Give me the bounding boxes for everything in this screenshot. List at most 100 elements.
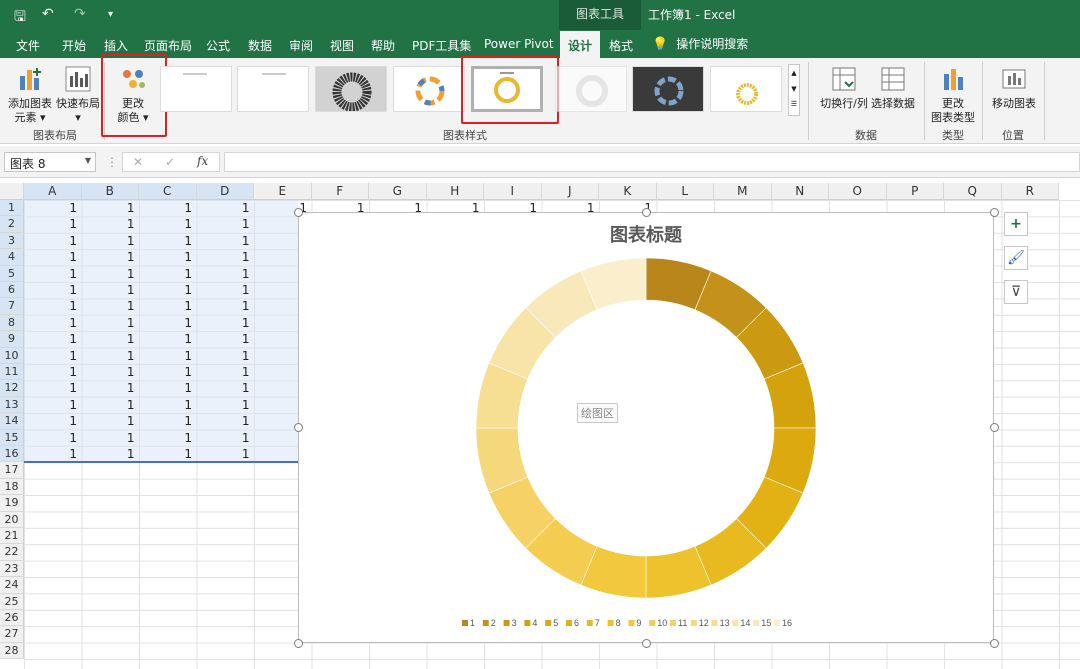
resize-handle[interactable] (641, 638, 651, 648)
cell[interactable]: 1 (197, 430, 250, 446)
cell[interactable]: 1 (24, 282, 77, 298)
redo-icon[interactable]: ↷ (74, 6, 86, 22)
column-header[interactable]: I (484, 183, 542, 200)
column-header[interactable]: K (599, 183, 657, 200)
cell[interactable]: 1 (139, 348, 192, 364)
tell-me-search[interactable]: 💡 操作说明搜索 (652, 35, 748, 52)
customize-qat-icon[interactable]: ▾ (108, 9, 113, 20)
row-header[interactable]: 8 (0, 314, 24, 332)
row-header[interactable]: 24 (0, 577, 24, 594)
cell[interactable]: 1 (24, 315, 77, 331)
tab-file[interactable]: 文件 (16, 37, 40, 54)
name-box[interactable]: 图表 8 ▼ (4, 152, 96, 172)
quick-layout-button[interactable]: 快速布局 ▾ (54, 64, 102, 125)
cell[interactable]: 1 (197, 364, 250, 380)
cell[interactable]: 1 (197, 282, 250, 298)
cell[interactable]: 1 (24, 397, 77, 413)
cell[interactable]: 1 (139, 233, 192, 249)
cell[interactable]: 1 (139, 364, 192, 380)
chart-style-4[interactable] (393, 66, 465, 112)
cell[interactable]: 1 (139, 200, 192, 216)
cell[interactable]: 1 (139, 282, 192, 298)
row-header[interactable]: 7 (0, 298, 24, 315)
column-header[interactable]: G (369, 183, 427, 200)
row-header[interactable]: 25 (0, 593, 24, 610)
row-header[interactable]: 12 (0, 380, 24, 397)
cell[interactable]: 1 (24, 298, 77, 314)
cell[interactable]: 1 (139, 331, 192, 347)
column-header[interactable]: F (311, 183, 369, 200)
cell[interactable]: 1 (197, 216, 250, 232)
cell[interactable]: 1 (197, 266, 250, 282)
tab-page-layout[interactable]: 页面布局 (144, 37, 192, 54)
row-header[interactable]: 20 (0, 511, 24, 528)
row-header[interactable]: 17 (0, 462, 24, 479)
resize-handle[interactable] (293, 207, 303, 217)
cell[interactable]: 1 (24, 249, 77, 265)
chart-style-7[interactable] (632, 66, 704, 112)
chart-styles-brush-icon[interactable]: 🖌 (1004, 246, 1028, 270)
column-header[interactable]: D (196, 183, 254, 200)
chart-style-3[interactable] (315, 66, 387, 112)
column-header[interactable]: C (139, 183, 197, 200)
column-header[interactable]: N (771, 183, 829, 200)
row-header[interactable]: 18 (0, 478, 24, 496)
resize-handle[interactable] (989, 423, 999, 432)
column-header[interactable]: B (81, 183, 139, 200)
cell[interactable]: 1 (82, 430, 135, 446)
cell[interactable]: 1 (197, 200, 250, 216)
tab-view[interactable]: 视图 (330, 37, 354, 54)
row-header[interactable]: 1 (0, 200, 24, 217)
chart-style-2[interactable] (237, 66, 309, 112)
cell[interactable]: 1 (24, 331, 77, 347)
cell[interactable]: 1 (24, 200, 77, 216)
cell[interactable]: 1 (82, 348, 135, 364)
column-header[interactable]: R (1001, 183, 1059, 200)
cell[interactable]: 1 (82, 200, 135, 216)
cell[interactable]: 1 (82, 364, 135, 380)
chart-object[interactable]: 图表标题 1 2 3 4 5 6 7 8 9 10 11 12 13 14 15 16 绘图区 (298, 212, 994, 643)
tab-home[interactable]: 开始 (62, 37, 86, 54)
cancel-icon[interactable]: ✕ (133, 155, 143, 169)
cell[interactable]: 1 (24, 266, 77, 282)
cell[interactable]: 1 (139, 298, 192, 314)
cell[interactable]: 1 (139, 430, 192, 446)
cell[interactable]: 1 (24, 446, 77, 462)
cell[interactable]: 1 (139, 380, 192, 396)
cell[interactable]: 1 (82, 298, 135, 314)
row-header[interactable]: 10 (0, 347, 24, 364)
cell[interactable]: 1 (24, 216, 77, 232)
tab-insert[interactable]: 插入 (104, 37, 128, 54)
cell[interactable]: 1 (24, 233, 77, 249)
cell[interactable]: 1 (197, 413, 250, 429)
cell[interactable]: 1 (24, 364, 77, 380)
save-icon[interactable]: 🖫 (14, 6, 26, 30)
column-header[interactable]: H (426, 183, 484, 200)
row-header[interactable]: 28 (0, 642, 24, 660)
insert-function-icon[interactable]: fx (197, 154, 208, 168)
scroll-down-icon[interactable]: ▼ (789, 81, 799, 97)
column-header[interactable]: P (886, 183, 944, 200)
column-header[interactable]: Q (944, 183, 1002, 200)
cell[interactable]: 1 (139, 266, 192, 282)
cell[interactable]: 1 (139, 249, 192, 265)
row-header[interactable]: 4 (0, 249, 24, 266)
tab-pdf-tools[interactable]: PDF工具集 (412, 37, 471, 54)
add-chart-element-button[interactable]: 添加图表 元素 ▾ (6, 64, 54, 125)
cell[interactable]: 1 (82, 413, 135, 429)
cell[interactable]: 1 (197, 397, 250, 413)
cell[interactable]: 1 (24, 380, 77, 396)
cell[interactable]: 1 (82, 380, 135, 396)
row-header[interactable]: 15 (0, 429, 24, 446)
select-data-button[interactable]: 选择数据 (870, 64, 916, 111)
cell[interactable]: 1 (197, 331, 250, 347)
row-header[interactable]: 16 (0, 446, 24, 463)
row-header[interactable]: 11 (0, 364, 24, 381)
cell[interactable]: 1 (197, 315, 250, 331)
doughnut-chart[interactable]: 图表标题 1 2 3 4 5 6 7 8 9 10 11 12 13 14 15 16 (299, 213, 993, 642)
cell[interactable]: 1 (197, 233, 250, 249)
row-header[interactable]: 2 (0, 216, 24, 233)
resize-handle[interactable] (989, 207, 999, 217)
cell[interactable]: 1 (197, 380, 250, 396)
change-chart-type-button[interactable]: 更改 图表类型 (928, 64, 978, 125)
